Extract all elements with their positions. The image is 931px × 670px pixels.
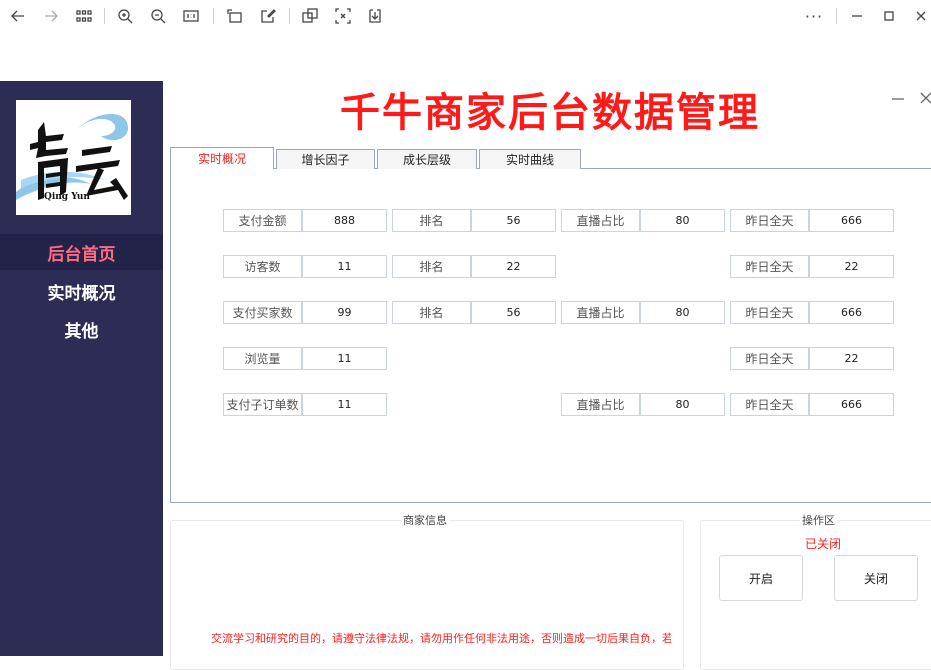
tab-label: 实时概况 — [197, 152, 246, 166]
tab-growth-level[interactable]: 成长层级 — [377, 149, 477, 169]
zoom-in-icon[interactable] — [114, 5, 136, 27]
sidebar-item-realtime[interactable]: 实时概况 — [0, 273, 163, 309]
pay-amount-value: 888 — [302, 209, 387, 232]
live-ratio-label: 直播占比 — [561, 393, 640, 416]
sidebar-item-other[interactable]: 其他 — [0, 311, 163, 347]
copy-image-icon[interactable] — [299, 5, 321, 27]
status-label: 已关闭 — [805, 537, 842, 551]
sidebar-item-label: 其他 — [64, 321, 99, 342]
buyers-label: 支付买家数 — [223, 301, 302, 324]
yesterday-label: 昨日全天 — [730, 393, 809, 416]
visitors-label: 访客数 — [223, 255, 302, 278]
yesterday-value: 22 — [809, 347, 894, 370]
tab-growth-factor[interactable]: 增长因子 — [276, 149, 375, 169]
actual-size-icon[interactable] — [180, 5, 202, 27]
yesterday-label: 昨日全天 — [730, 347, 809, 370]
window-minimize-icon[interactable] — [846, 5, 868, 27]
page-title: 千牛商家后台数据管理 — [340, 90, 760, 136]
logo-caption: Qing Yun — [44, 192, 90, 202]
toolbar-divider — [104, 8, 105, 24]
live-ratio-value: 80 — [640, 301, 725, 324]
merchant-info-group — [170, 520, 684, 670]
rank-value: 56 — [471, 301, 556, 324]
qingyun-logo: Qing Yun — [16, 100, 131, 215]
legal-notice: 交流学习和研究的目的，请遵守法律法规，请勿用作任何非法用途，否则造成一切后果自负… — [211, 632, 671, 645]
live-ratio-value: 80 — [640, 393, 725, 416]
views-label: 浏览量 — [223, 347, 302, 370]
grid-view-icon[interactable] — [73, 5, 95, 27]
suborders-value: 11 — [302, 393, 387, 416]
close-button[interactable]: 关闭 — [834, 555, 918, 601]
forward-arrow-icon[interactable] — [40, 5, 62, 27]
back-arrow-icon[interactable] — [7, 5, 29, 27]
tab-label: 成长层级 — [402, 153, 451, 167]
toolbar-divider — [289, 8, 290, 24]
more-options-icon[interactable]: ··· — [803, 5, 825, 27]
sidebar-item-label: 后台首页 — [47, 244, 116, 265]
live-ratio-label: 直播占比 — [561, 209, 640, 232]
tab-realtime-curve[interactable]: 实时曲线 — [479, 149, 581, 169]
yesterday-label: 昨日全天 — [730, 209, 809, 232]
yesterday-value: 666 — [809, 209, 894, 232]
visitors-value: 11 — [302, 255, 387, 278]
merchant-info-title: 商家信息 — [401, 512, 449, 528]
yesterday-value: 666 — [809, 393, 894, 416]
yesterday-value: 22 — [809, 255, 894, 278]
crop-select-icon[interactable] — [332, 5, 354, 27]
close-icon[interactable] — [917, 89, 931, 107]
window-maximize-icon[interactable] — [878, 5, 900, 27]
yesterday-value: 666 — [809, 301, 894, 324]
edit-icon[interactable] — [257, 5, 279, 27]
toolbar-divider — [836, 8, 837, 24]
yesterday-label: 昨日全天 — [730, 255, 809, 278]
live-ratio-value: 80 — [640, 209, 725, 232]
viewer-toolbar — [0, 0, 931, 32]
minimize-icon[interactable] — [889, 92, 907, 106]
tab-label: 增长因子 — [301, 153, 350, 167]
buyers-value: 99 — [302, 301, 387, 324]
zoom-out-icon[interactable] — [147, 5, 169, 27]
sidebar-item-label: 实时概况 — [47, 283, 116, 304]
rank-value: 22 — [471, 255, 556, 278]
rank-label: 排名 — [392, 209, 471, 232]
yesterday-label: 昨日全天 — [730, 301, 809, 324]
suborders-label: 支付子订单数 — [223, 393, 302, 416]
rank-label: 排名 — [392, 301, 471, 324]
rank-label: 排名 — [392, 255, 471, 278]
window-close-icon[interactable] — [910, 5, 931, 27]
pay-amount-label: 支付金额 — [223, 209, 302, 232]
live-ratio-label: 直播占比 — [561, 301, 640, 324]
sidebar-item-home[interactable]: 后台首页 — [0, 234, 163, 270]
views-value: 11 — [302, 347, 387, 370]
tab-label: 实时曲线 — [505, 153, 554, 167]
rotate-icon[interactable] — [224, 5, 246, 27]
tab-realtime-overview[interactable]: 实时概况 — [170, 147, 274, 169]
download-icon[interactable] — [364, 5, 386, 27]
toolbar-divider — [213, 8, 214, 24]
operations-title: 操作区 — [800, 512, 837, 528]
rank-value: 56 — [471, 209, 556, 232]
open-button[interactable]: 开启 — [719, 555, 803, 601]
